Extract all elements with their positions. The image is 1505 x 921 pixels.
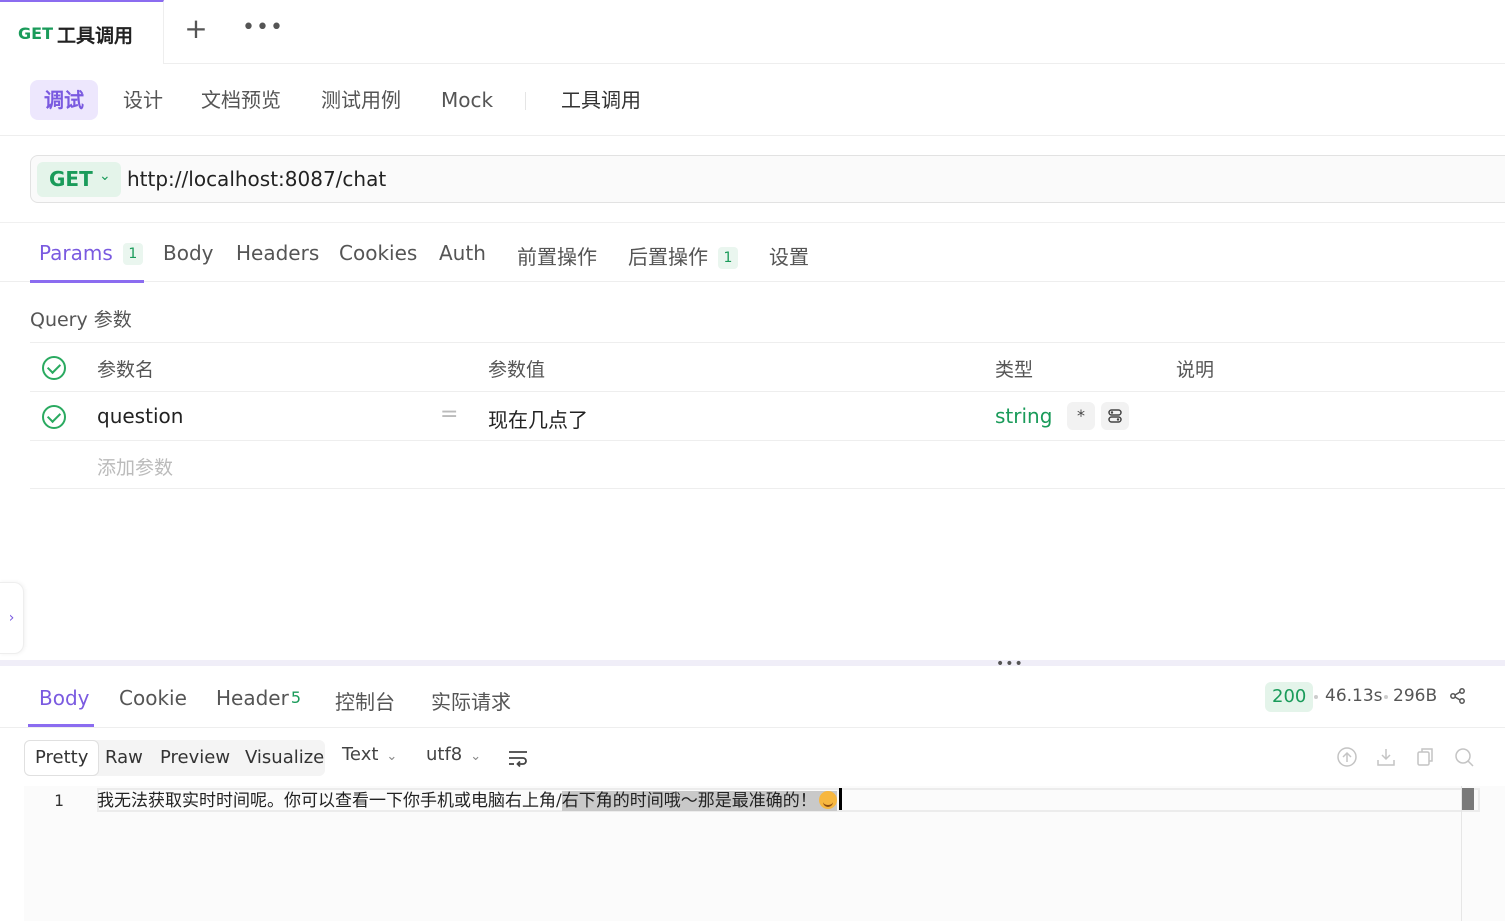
required-toggle[interactable]: * [1067,402,1095,430]
mode-divider [525,92,526,110]
more-tabs-icon[interactable]: ••• [242,17,284,39]
content-type-select[interactable]: Text ⌄ [342,744,397,765]
tab-pre-operations[interactable]: 前置操作 [517,241,597,270]
mode-tab-debug[interactable]: 调试 [30,80,98,120]
preview-button[interactable]: Preview [150,740,240,776]
chevron-down-icon: ⌄ [386,749,398,764]
tab-auth[interactable]: Auth [439,241,486,265]
equals-sign: = [440,402,459,427]
response-tab-cookie[interactable]: Cookie [119,686,187,710]
request-tabs: Params 1 Body Headers Cookies Auth 前置操作 后… [0,222,1505,283]
response-body-editor[interactable]: 1 我无法获取实时时间呢。你可以查看一下你手机或电脑右上角/右下角的时间哦～那是… [24,786,1505,921]
smiley-emoji-icon [818,791,837,809]
param-settings-icon[interactable] [1101,402,1129,430]
tab-params[interactable]: Params 1 [39,241,143,265]
header-param-desc: 说明 [1176,359,1215,381]
row-checkbox[interactable] [42,405,66,429]
request-tab-bar: GET 工具调用 + ••• [0,0,1505,64]
query-params-title: Query 参数 [30,309,132,331]
chevron-down-icon: ⌄ [99,168,111,184]
tab-headers[interactable]: Headers [236,241,319,265]
scrollbar-thumb[interactable] [1462,788,1474,810]
header-param-name: 参数名 [97,359,155,381]
plus-icon: + [184,12,208,45]
table-row: question = 现在几点了 string * [30,391,1505,440]
copy-icon[interactable] [1414,746,1436,768]
visualize-button[interactable]: Visualize [235,740,334,776]
chevron-right-icon: › [8,610,15,626]
url-input[interactable]: http://localhost:8087/chat [127,167,386,191]
select-all-checkbox[interactable] [42,356,66,380]
header-param-value: 参数值 [488,359,546,381]
method-select[interactable]: GET ⌄ [37,162,121,197]
status-badge: 200 [1265,682,1314,712]
mode-tab-tool-call[interactable]: 工具调用 [547,80,655,120]
pretty-button[interactable]: Pretty [24,740,100,776]
response-tab-header[interactable]: Header 5 [216,686,301,710]
line-text-selected: 右下角的时间哦～那是最准确的！ [561,791,817,811]
response-tab-actual-request[interactable]: 实际请求 [431,686,511,715]
tab-settings[interactable]: 设置 [769,241,809,270]
add-tab-button[interactable]: + [183,15,209,43]
params-header-row: 参数名 参数值 类型 说明 [30,342,1505,391]
word-wrap-icon[interactable] [507,747,529,769]
tab-post-label: 后置操作 [628,245,708,269]
expand-sidebar-button[interactable]: › [0,582,24,654]
share-icon[interactable] [1449,687,1467,705]
url-bar: GET ⌄ http://localhost:8087/chat [30,155,1505,203]
view-mode-group: Pretty Raw Preview Visualize [24,740,325,776]
param-value-field[interactable]: 现在几点了 [488,404,588,433]
mode-tab-design[interactable]: 设计 [109,80,177,120]
active-tab-indicator [30,280,144,283]
request-tab-method: GET [18,24,53,43]
tab-post-operations[interactable]: 后置操作 1 [628,241,738,270]
mode-tab-doc-preview[interactable]: 文档预览 [187,80,295,120]
search-icon[interactable] [1453,746,1475,768]
separator-dot [1384,695,1388,699]
text-cursor [838,788,842,810]
tab-cookies[interactable]: Cookies [339,241,417,265]
download-icon[interactable] [1375,746,1397,768]
request-tab-title: 工具调用 [57,25,134,47]
param-name-field[interactable]: question [97,404,183,428]
header-param-type: 类型 [995,359,1034,381]
code-line[interactable]: 我无法获取实时时间呢。你可以查看一下你手机或电脑右上角/右下角的时间哦～那是最准… [97,788,842,812]
response-tab-console[interactable]: 控制台 [335,686,395,715]
header-count: 5 [290,688,302,707]
response-time: 46.13s [1325,686,1383,706]
method-value: GET [49,167,93,191]
active-response-tab-indicator [28,724,94,727]
mode-tab-test-cases[interactable]: 测试用例 [307,80,415,120]
add-param-input[interactable]: 添加参数 [97,453,173,480]
response-format-bar: Pretty Raw Preview Visualize Text ⌄ utf8 ⌄ [0,728,1505,786]
add-param-row: 添加参数 [30,440,1505,489]
mode-tab-mock[interactable]: Mock [427,80,507,120]
encoding-select[interactable]: utf8 ⌄ [426,744,481,765]
post-count-badge: 1 [718,247,738,269]
raw-button[interactable]: Raw [95,740,153,776]
request-tab[interactable]: GET 工具调用 [0,0,164,64]
param-type-select[interactable]: string [995,404,1052,428]
params-count-badge: 1 [122,243,143,265]
tab-params-label: Params [39,241,113,265]
separator-dot [1314,695,1318,699]
chevron-down-icon: ⌄ [470,749,482,764]
encoding-value: utf8 [426,744,463,765]
upload-icon[interactable] [1336,746,1358,768]
line-number: 1 [54,791,64,810]
response-tab-header-label: Header [216,686,289,710]
tab-body[interactable]: Body [163,241,214,265]
response-size: 296B [1393,686,1438,706]
response-tab-body[interactable]: Body [39,686,90,710]
mode-tabs: 调试 设计 文档预览 测试用例 Mock 工具调用 [0,64,1505,136]
response-tabs: Body Cookie Header 5 控制台 实际请求 200 46.13s … [0,666,1505,728]
line-text-plain: 我无法获取实时时间呢。你可以查看一下你手机或电脑右上角/ [97,791,562,811]
content-type-value: Text [342,744,379,765]
